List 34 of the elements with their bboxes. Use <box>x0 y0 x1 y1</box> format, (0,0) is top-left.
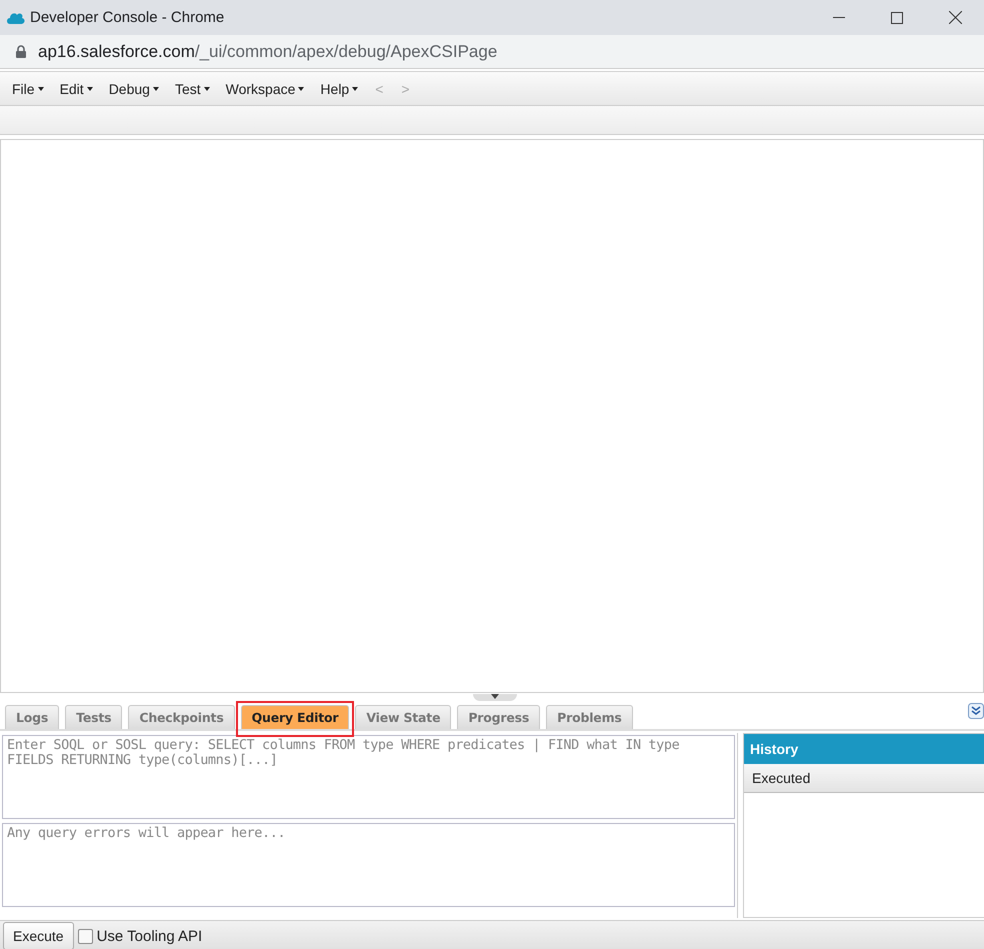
maximize-icon[interactable] <box>891 12 903 24</box>
caret-icon <box>204 86 210 90</box>
errors-field[interactable]: Any query errors will appear here... <box>2 823 735 907</box>
tab[interactable]: Checkpoints <box>128 705 235 729</box>
history-header: History <box>744 734 984 764</box>
splitter-handle[interactable] <box>473 694 517 701</box>
checkbox[interactable] <box>78 928 93 944</box>
tab[interactable]: View State <box>355 705 452 729</box>
column-header[interactable]: Executed <box>744 764 984 793</box>
window-title: Developer Console - Chrome <box>30 9 224 26</box>
tab[interactable]: Query Editor <box>240 705 350 729</box>
menu-item[interactable]: Workspace <box>218 80 312 96</box>
cloud-icon <box>6 10 26 24</box>
collapse-icon[interactable] <box>968 703 984 719</box>
menu-item[interactable]: Debug <box>100 80 167 96</box>
caret-icon <box>38 86 44 90</box>
menu-item[interactable]: Test <box>166 80 218 96</box>
tab[interactable]: Logs <box>5 705 60 729</box>
caret-icon <box>352 86 358 90</box>
menu-item[interactable]: Edit <box>52 80 101 96</box>
menu-item[interactable]: File <box>4 80 52 96</box>
lock-icon <box>16 45 26 58</box>
query-field[interactable]: Enter SOQL or SOSL query: SELECT columns FROM type WHERE predicates | FIND what IN type FIELDS RETURNING type(columns)[...] <box>2 735 735 819</box>
menu-item[interactable]: Help <box>312 80 366 96</box>
tab[interactable]: Problems <box>546 705 633 729</box>
caret-icon <box>152 86 159 90</box>
caret-icon <box>86 86 93 90</box>
caret-icon <box>298 86 304 90</box>
tab[interactable]: Tests <box>65 705 122 729</box>
tab[interactable]: Progress <box>457 705 540 729</box>
close-icon[interactable] <box>948 11 962 24</box>
minimize-icon[interactable] <box>833 16 845 18</box>
checkbox-label: Use Tooling API <box>96 928 202 944</box>
execute-button[interactable]: Execute <box>3 922 74 949</box>
